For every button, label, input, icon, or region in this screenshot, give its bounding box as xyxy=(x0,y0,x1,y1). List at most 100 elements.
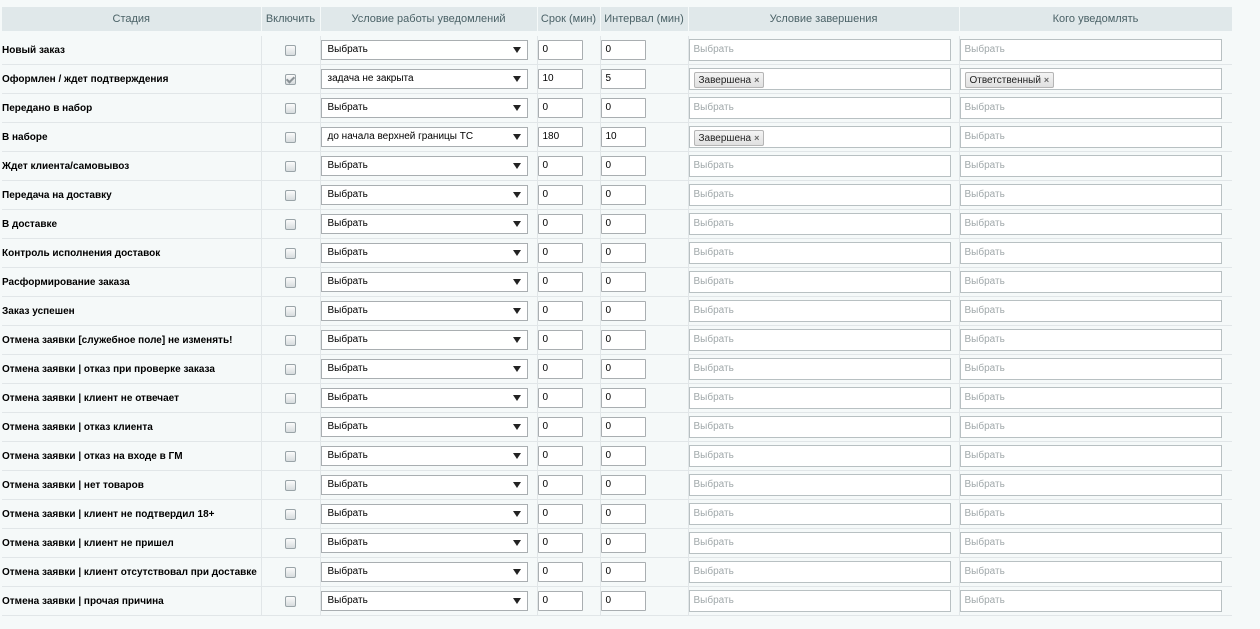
enable-checkbox[interactable] xyxy=(285,566,296,578)
enable-checkbox[interactable] xyxy=(285,189,296,201)
condition-select[interactable]: Выбрать xyxy=(320,98,528,118)
enable-checkbox[interactable] xyxy=(285,131,296,143)
interval-input[interactable]: 0 xyxy=(600,214,646,234)
enable-checkbox[interactable] xyxy=(285,218,296,230)
enable-checkbox[interactable] xyxy=(285,160,296,172)
notify-multiselect[interactable]: Выбрать xyxy=(959,532,1222,554)
enable-checkbox[interactable] xyxy=(285,102,296,114)
condition-select[interactable]: Выбрать xyxy=(320,40,528,60)
completion-multiselect[interactable]: Выбрать xyxy=(688,503,951,525)
condition-select[interactable]: Выбрать xyxy=(320,359,528,379)
condition-select[interactable]: Выбрать xyxy=(320,156,528,176)
term-input[interactable]: 0 xyxy=(537,272,583,292)
notify-multiselect[interactable]: Выбрать xyxy=(959,155,1222,177)
term-input[interactable]: 0 xyxy=(537,504,583,524)
enable-checkbox[interactable] xyxy=(285,450,296,462)
condition-select[interactable]: Выбрать xyxy=(320,330,528,350)
enable-checkbox[interactable] xyxy=(285,421,296,433)
condition-select[interactable]: Выбрать xyxy=(320,388,528,408)
term-input[interactable]: 0 xyxy=(537,98,583,118)
term-input[interactable]: 0 xyxy=(537,301,583,321)
completion-multiselect[interactable]: Выбрать xyxy=(688,184,951,206)
completion-multiselect[interactable]: Выбрать xyxy=(688,271,951,293)
notify-multiselect[interactable]: Выбрать xyxy=(959,387,1222,409)
enable-checkbox[interactable] xyxy=(285,363,296,375)
interval-input[interactable]: 0 xyxy=(600,243,646,263)
notify-multiselect[interactable]: Выбрать xyxy=(959,416,1222,438)
interval-input[interactable]: 0 xyxy=(600,301,646,321)
notify-multiselect[interactable]: Выбрать xyxy=(959,590,1222,612)
term-input[interactable]: 0 xyxy=(537,156,583,176)
notify-multiselect[interactable]: Выбрать xyxy=(959,561,1222,583)
condition-select[interactable]: задача не закрыта xyxy=(320,69,528,89)
completion-multiselect[interactable]: Выбрать xyxy=(688,561,951,583)
remove-tag-icon[interactable]: × xyxy=(754,75,759,85)
interval-input[interactable]: 0 xyxy=(600,185,646,205)
completion-multiselect[interactable]: Выбрать xyxy=(688,474,951,496)
notify-multiselect[interactable]: Выбрать xyxy=(959,39,1222,61)
condition-select[interactable]: Выбрать xyxy=(320,504,528,524)
interval-input[interactable]: 0 xyxy=(600,417,646,437)
completion-multiselect[interactable]: Выбрать xyxy=(688,329,951,351)
interval-input[interactable]: 0 xyxy=(600,98,646,118)
notify-multiselect[interactable]: Выбрать xyxy=(959,126,1222,148)
notify-multiselect[interactable]: Выбрать xyxy=(959,358,1222,380)
enable-checkbox[interactable] xyxy=(285,479,296,491)
remove-tag-icon[interactable]: × xyxy=(754,133,759,143)
term-input[interactable]: 0 xyxy=(537,40,583,60)
enable-checkbox[interactable] xyxy=(285,44,296,56)
notify-multiselect[interactable]: Выбрать xyxy=(959,97,1222,119)
term-input[interactable]: 0 xyxy=(537,214,583,234)
condition-select[interactable]: до начала верхней границы ТС xyxy=(320,127,528,147)
term-input[interactable]: 0 xyxy=(537,417,583,437)
condition-select[interactable]: Выбрать xyxy=(320,185,528,205)
interval-input[interactable]: 0 xyxy=(600,359,646,379)
completion-multiselect[interactable]: Выбрать xyxy=(688,155,951,177)
notify-multiselect[interactable]: Выбрать xyxy=(959,213,1222,235)
condition-select[interactable]: Выбрать xyxy=(320,417,528,437)
notify-multiselect[interactable]: Выбрать xyxy=(959,503,1222,525)
completion-multiselect[interactable]: Выбрать xyxy=(688,39,951,61)
notify-multiselect[interactable]: Выбрать xyxy=(959,184,1222,206)
interval-input[interactable]: 0 xyxy=(600,272,646,292)
enable-checkbox[interactable] xyxy=(285,73,296,85)
completion-multiselect[interactable]: Выбрать xyxy=(688,242,951,264)
completion-multiselect[interactable]: Выбрать xyxy=(688,358,951,380)
term-input[interactable]: 10 xyxy=(537,69,583,89)
term-input[interactable]: 0 xyxy=(537,591,583,611)
interval-input[interactable]: 0 xyxy=(600,562,646,582)
term-input[interactable]: 0 xyxy=(537,562,583,582)
notify-multiselect[interactable]: Выбрать xyxy=(959,329,1222,351)
interval-input[interactable]: 10 xyxy=(600,127,646,147)
enable-checkbox[interactable] xyxy=(285,276,296,288)
enable-checkbox[interactable] xyxy=(285,508,296,520)
term-input[interactable]: 0 xyxy=(537,533,583,553)
interval-input[interactable]: 0 xyxy=(600,446,646,466)
enable-checkbox[interactable] xyxy=(285,305,296,317)
completion-multiselect[interactable]: Выбрать xyxy=(688,532,951,554)
term-input[interactable]: 0 xyxy=(537,388,583,408)
completion-multiselect[interactable]: Выбрать xyxy=(688,445,951,467)
interval-input[interactable]: 0 xyxy=(600,388,646,408)
remove-tag-icon[interactable]: × xyxy=(1044,75,1049,85)
condition-select[interactable]: Выбрать xyxy=(320,214,528,234)
notify-multiselect[interactable]: Ответственный × xyxy=(959,68,1222,90)
enable-checkbox[interactable] xyxy=(285,392,296,404)
completion-multiselect[interactable]: Выбрать xyxy=(688,213,951,235)
interval-input[interactable]: 0 xyxy=(600,475,646,495)
notify-multiselect[interactable]: Выбрать xyxy=(959,242,1222,264)
enable-checkbox[interactable] xyxy=(285,247,296,259)
interval-input[interactable]: 0 xyxy=(600,40,646,60)
completion-multiselect[interactable]: Выбрать xyxy=(688,97,951,119)
completion-multiselect[interactable]: Выбрать xyxy=(688,300,951,322)
interval-input[interactable]: 0 xyxy=(600,156,646,176)
completion-multiselect[interactable]: Выбрать xyxy=(688,387,951,409)
term-input[interactable]: 180 xyxy=(537,127,583,147)
completion-multiselect[interactable]: Завершена × xyxy=(688,68,951,90)
completion-multiselect[interactable]: Завершена × xyxy=(688,126,951,148)
condition-select[interactable]: Выбрать xyxy=(320,562,528,582)
term-input[interactable]: 0 xyxy=(537,185,583,205)
completion-multiselect[interactable]: Выбрать xyxy=(688,590,951,612)
term-input[interactable]: 0 xyxy=(537,475,583,495)
term-input[interactable]: 0 xyxy=(537,330,583,350)
